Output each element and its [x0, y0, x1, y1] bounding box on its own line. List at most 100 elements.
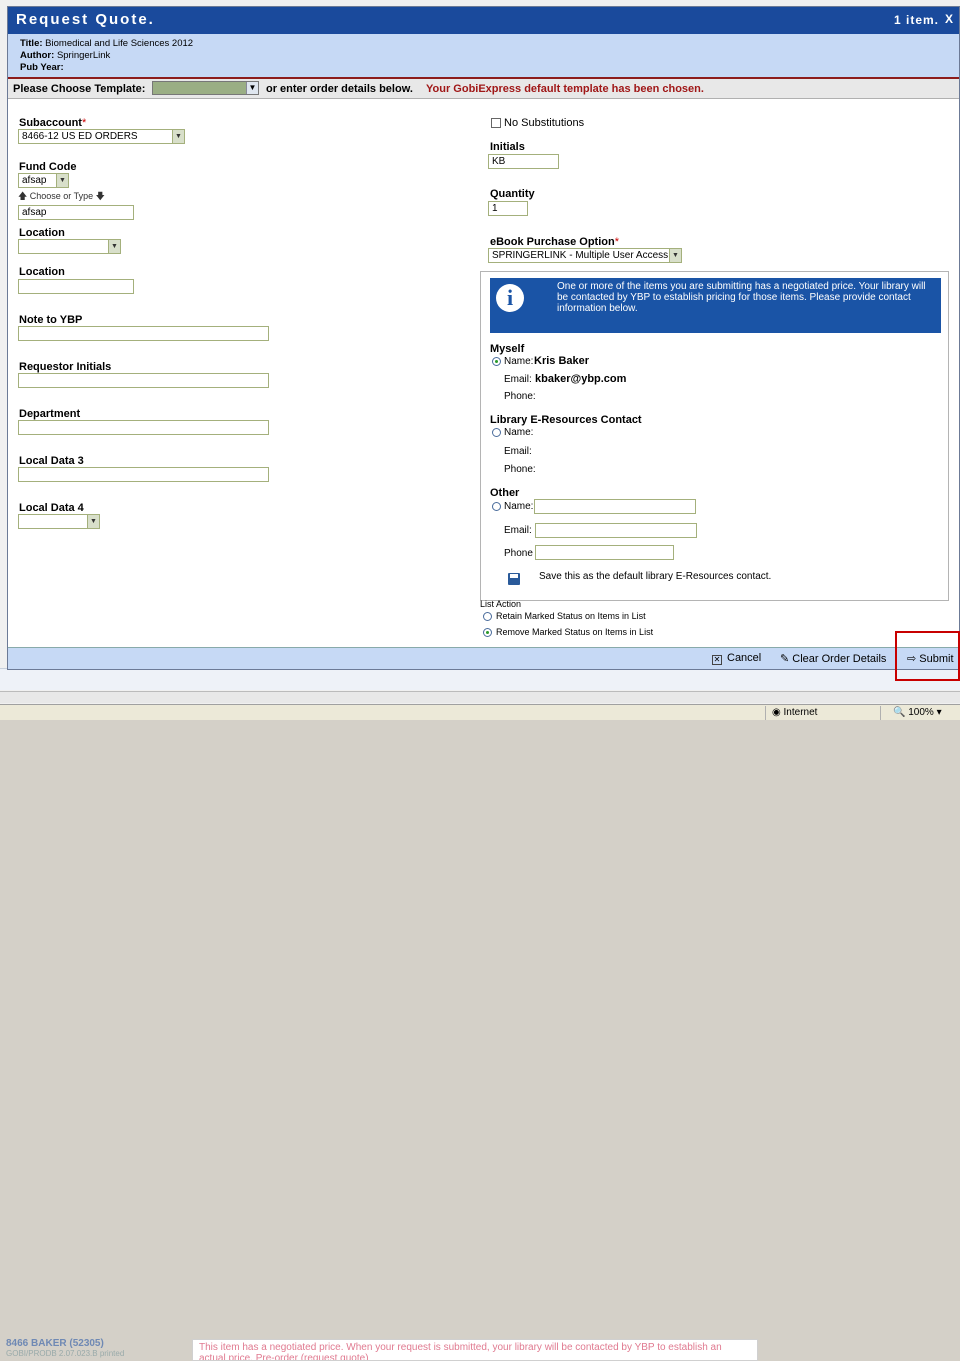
location-input[interactable]: [18, 279, 134, 294]
close-icon[interactable]: X: [945, 12, 953, 26]
other-email-input[interactable]: [535, 523, 697, 538]
subaccount-select[interactable]: 8466-12 US ED ORDERS ▼: [18, 129, 185, 144]
fund-code-select-value: afsap: [22, 175, 47, 186]
background-account: 8466 BAKER (52305) GOBI/PRODB 2.07.023.B…: [6, 1339, 124, 1359]
chevron-down-icon: ▼: [172, 130, 184, 143]
eresources-contact-label: Library E-Resources Contact: [490, 414, 642, 426]
retain-marked-label: Retain Marked Status on Items in List: [496, 611, 646, 621]
chevron-down-icon: ▼: [669, 249, 681, 262]
myself-name-value: Kris Baker: [534, 355, 590, 367]
dialog-title: Request Quote.: [16, 11, 155, 28]
department-input[interactable]: [18, 420, 269, 435]
status-divider: [765, 706, 766, 720]
title-label: Title:: [20, 38, 43, 49]
no-substitutions-label: No Substitutions: [504, 117, 585, 129]
order-form: Subaccount* 8466-12 US ED ORDERS ▼ Fund C…: [8, 101, 959, 647]
clear-order-details-label: Clear Order Details: [792, 653, 887, 665]
fund-code-label: Fund Code: [19, 161, 77, 173]
zoom-icon: 🔍: [893, 707, 906, 718]
choose-or-type-text: Choose or Type: [29, 191, 94, 201]
choose-or-type-toggle[interactable]: 🡅 Choose or Type 🡇: [18, 189, 105, 205]
background-results-strip: 8466 BAKER (52305) GOBI/PRODB 2.07.023.B…: [0, 668, 960, 1361]
location-label: Location: [19, 266, 65, 278]
subaccount-value: 8466-12 US ED ORDERS: [22, 131, 138, 142]
requestor-initials-label: Requestor Initials: [19, 361, 112, 373]
ebook-purchase-option-label: eBook Purchase Option*: [490, 236, 619, 248]
note-to-ybp-label: Note to YBP: [19, 314, 83, 326]
save-default-contact-text[interactable]: Save this as the default library E-Resou…: [539, 571, 771, 582]
dialog-titlebar: Request Quote. 1 item. X: [8, 7, 959, 34]
pubyear-label: Pub Year:: [20, 62, 64, 73]
fund-code-select[interactable]: afsap ▼: [18, 173, 69, 188]
negotiated-price-notice: i One or more of the items you are submi…: [490, 278, 941, 333]
request-quote-dialog: Request Quote. 1 item. X Title: Biomedic…: [7, 6, 960, 670]
initials-input[interactable]: KB: [488, 154, 559, 169]
browser-status-bar: ◉ Internet 🔍 100% ▾: [0, 704, 960, 720]
other-email-label: Email:: [504, 525, 532, 536]
eraser-icon: ✎: [780, 653, 790, 665]
zoom-level[interactable]: 🔍 100% ▾: [893, 707, 942, 718]
ebook-purchase-option-text: eBook Purchase Option: [490, 236, 615, 248]
quantity-input[interactable]: 1: [488, 201, 528, 216]
ebook-purchase-option-select[interactable]: SPRINGERLINK - Multiple User Access ▼: [488, 248, 682, 263]
template-select[interactable]: ▼: [152, 81, 259, 95]
required-marker: *: [81, 117, 87, 129]
globe-icon: ◉: [772, 707, 781, 718]
subaccount-label: Subaccount*: [19, 117, 86, 129]
chevron-down-icon: ▼: [87, 515, 99, 528]
note-to-ybp-input[interactable]: [18, 326, 269, 341]
other-phone-input[interactable]: [535, 545, 674, 560]
zoom-level-label: 100%: [908, 707, 934, 718]
author-label: Author:: [20, 50, 55, 61]
other-contact-label: Other: [490, 487, 520, 499]
no-substitutions-checkbox[interactable]: [491, 118, 501, 128]
other-contact-radio[interactable]: [492, 502, 501, 511]
remove-marked-radio[interactable]: [483, 628, 492, 637]
remove-marked-label: Remove Marked Status on Items in List: [496, 627, 654, 637]
cancel-button[interactable]: ✕ Cancel: [712, 652, 761, 665]
list-action-label: List Action: [480, 599, 522, 609]
chevron-down-icon: ▼: [246, 82, 258, 94]
horizontal-scrollbar[interactable]: [0, 691, 960, 703]
local-data-3-input[interactable]: [18, 467, 269, 482]
cancel-button-label: Cancel: [727, 652, 762, 664]
other-phone-label: Phone: [504, 548, 533, 559]
subaccount-label-text: Subaccount: [19, 117, 82, 129]
myself-phone-label: Phone:: [504, 391, 536, 402]
other-name-input[interactable]: [534, 499, 696, 514]
template-chosen-text: Your GobiExpress default template has be…: [426, 83, 704, 95]
dialog-footer: ✕ Cancel ✎ Clear Order Details ⇨ Submit: [8, 647, 959, 669]
security-zone: ◉ Internet: [772, 707, 817, 718]
status-divider: [880, 706, 881, 720]
close-icon: ✕: [712, 655, 722, 665]
item-info: Title: Biomedical and Life Sciences 2012…: [8, 34, 959, 79]
initials-label: Initials: [490, 141, 525, 153]
template-bar: Please Choose Template: ▼ or enter order…: [8, 79, 959, 99]
fund-code-input[interactable]: afsap: [18, 205, 134, 220]
requestor-initials-input[interactable]: [18, 373, 269, 388]
negotiated-price-panel: i One or more of the items you are submi…: [480, 271, 949, 601]
eresources-phone-label: Phone:: [504, 464, 536, 475]
local-data-3-label: Local Data 3: [19, 455, 84, 467]
eresources-name-label: Name:: [504, 427, 534, 438]
retain-marked-radio[interactable]: [483, 612, 492, 621]
myself-radio[interactable]: [492, 357, 501, 366]
clear-order-details-button[interactable]: ✎ Clear Order Details: [780, 652, 886, 665]
chevron-down-icon: ▼: [108, 240, 120, 253]
required-marker: *: [614, 236, 619, 248]
eresources-email-label: Email:: [504, 446, 532, 457]
local-data-4-label: Local Data 4: [19, 502, 84, 514]
location-label: Location: [19, 227, 65, 239]
other-name-label: Name:: [504, 501, 534, 512]
title-value: Biomedical and Life Sciences 2012: [45, 38, 194, 49]
eresources-contact-radio[interactable]: [492, 428, 501, 437]
template-label: Please Choose Template:: [13, 83, 146, 95]
background-message: This item has a negotiated price. When y…: [192, 1339, 758, 1361]
location-select[interactable]: ▼: [18, 239, 121, 254]
myself-label: Myself: [490, 343, 525, 355]
template-or-text: or enter order details below.: [266, 83, 413, 95]
save-icon[interactable]: [508, 573, 520, 585]
myself-name-label: Name:: [504, 356, 534, 367]
local-data-4-select[interactable]: ▼: [18, 514, 100, 529]
myself-email-label: Email:: [504, 374, 532, 385]
